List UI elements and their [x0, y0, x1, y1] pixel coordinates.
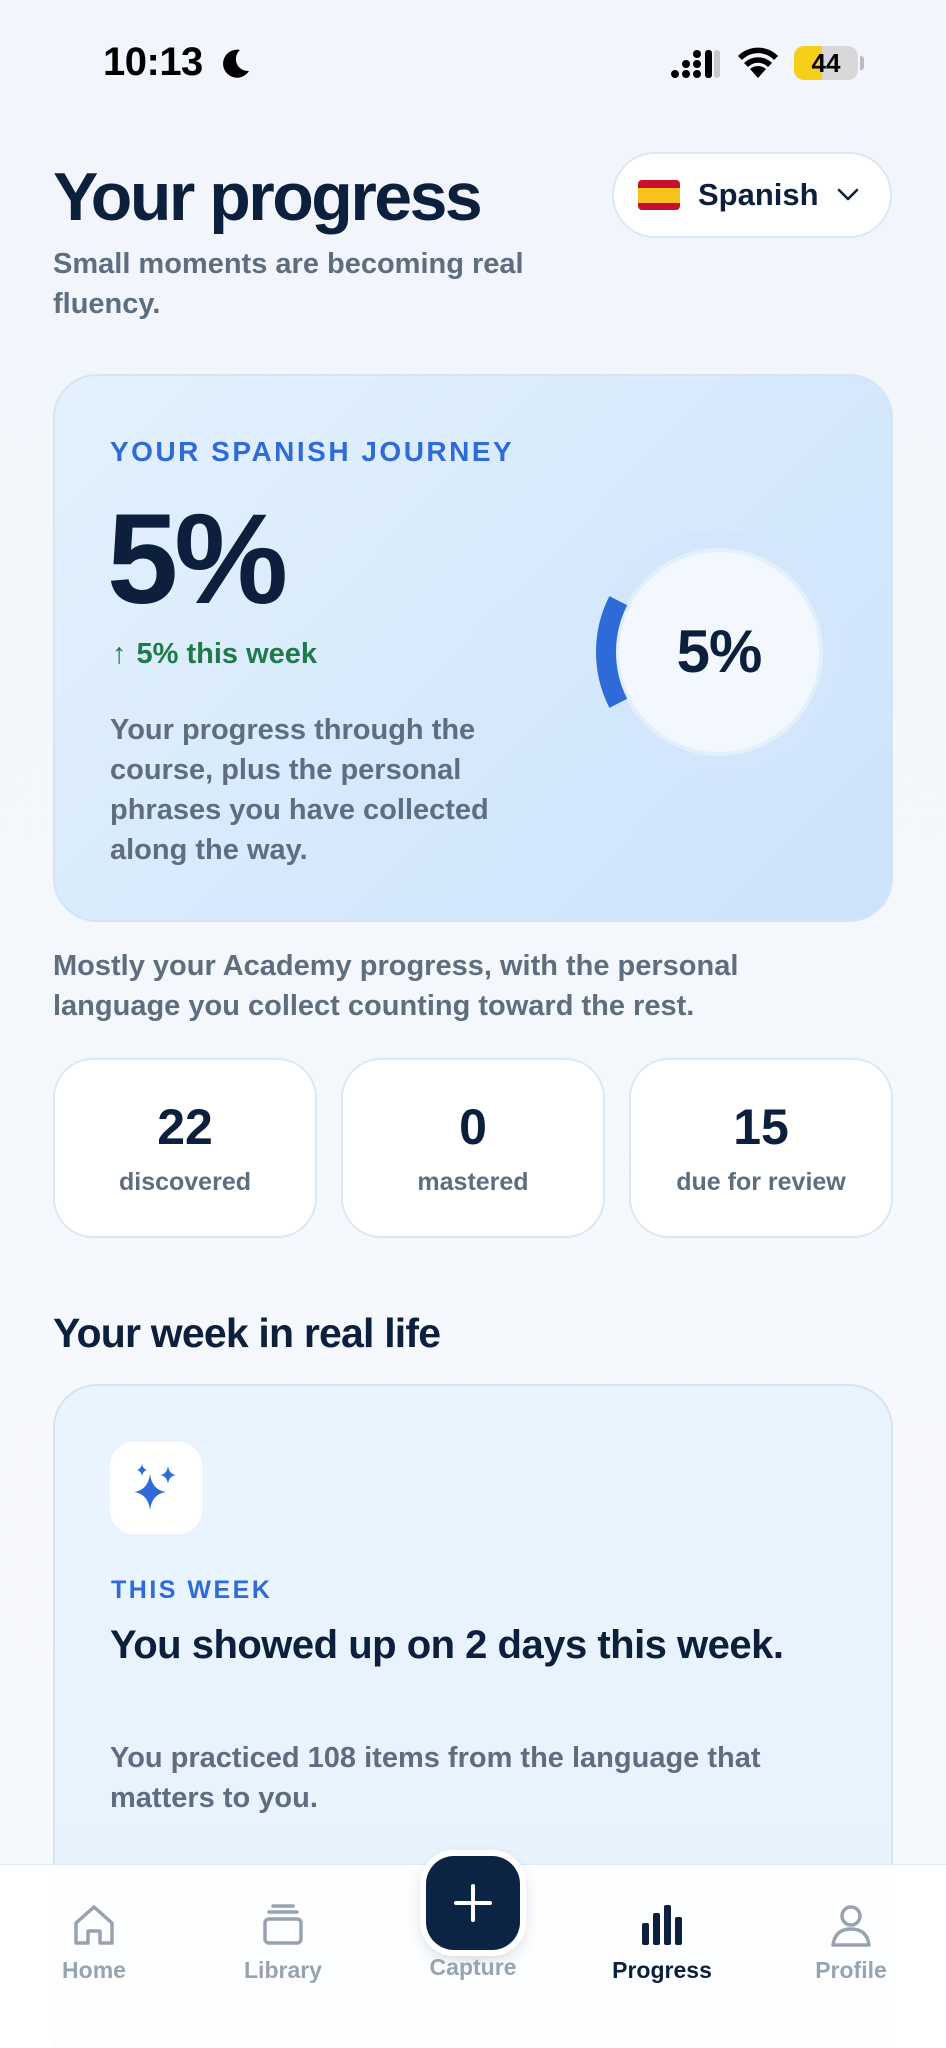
week-headline: You showed up on 2 days this week.: [110, 1623, 784, 1667]
status-time: 10:13: [103, 40, 203, 84]
progress-explanation: Mostly your Academy progress, with the p…: [53, 950, 739, 1022]
journey-card[interactable]: YOUR SPANISH JOURNEY 5% ↑ 5% this week Yo…: [53, 374, 893, 922]
journey-description: Your progress through the course, plus t…: [110, 714, 489, 866]
battery-level: 44: [811, 48, 841, 78]
tab-library[interactable]: Library: [208, 1901, 358, 1984]
progress-ring: 5%: [591, 524, 847, 780]
section-title-week: Your week in real life: [53, 1310, 441, 1356]
stat-label: discovered: [118, 1168, 251, 1196]
page-title: Your progress: [53, 159, 483, 235]
battery-indicator: 44: [794, 46, 858, 80]
progress-ring-label: 5%: [676, 618, 763, 685]
stat-label: mastered: [417, 1168, 529, 1196]
chevron-down-icon: [837, 188, 858, 201]
home-icon: [74, 1905, 114, 1945]
wifi-icon: [738, 47, 778, 78]
library-icon: [263, 1904, 303, 1945]
tab-home[interactable]: Home: [19, 1901, 169, 1984]
tab-progress[interactable]: Progress: [587, 1901, 737, 1984]
week-eyebrow: THIS WEEK: [111, 1576, 273, 1604]
cellular-signal-icon: [671, 50, 720, 78]
stat-discovered[interactable]: 22 discovered: [53, 1058, 317, 1238]
person-icon: [831, 1905, 871, 1947]
battery-cap: [860, 56, 864, 70]
stat-label: due for review: [676, 1168, 846, 1196]
tab-label: Library: [244, 1957, 322, 1983]
stat-value: 0: [459, 1099, 487, 1155]
moon-icon: [223, 49, 249, 78]
arrow-up-icon: ↑: [112, 638, 127, 670]
language-selector[interactable]: Spanish: [612, 152, 892, 238]
weekly-delta-label: 5% this week: [136, 638, 318, 670]
journey-eyebrow: YOUR SPANISH JOURNEY: [110, 436, 515, 467]
journey-percent: 5%: [107, 488, 288, 631]
stat-value: 22: [157, 1099, 213, 1155]
tab-profile[interactable]: Profile: [776, 1901, 926, 1984]
tab-label: Progress: [612, 1957, 712, 1983]
page-subtitle: Small moments are becoming real fluency.: [53, 248, 524, 320]
tab-capture-label: Capture: [429, 1954, 517, 1980]
stat-mastered[interactable]: 0 mastered: [341, 1058, 605, 1238]
sparkles-icon: [110, 1442, 202, 1534]
status-bar: 10:13 44: [0, 0, 946, 120]
week-body: You practiced 108 items from the languag…: [110, 1742, 761, 1814]
tab-label: Home: [62, 1957, 126, 1983]
plus-icon: [454, 1884, 492, 1922]
stat-due-for-review[interactable]: 15 due for review: [629, 1058, 893, 1238]
weekly-delta: ↑ 5% this week: [112, 638, 317, 671]
bar-chart-icon: [642, 1905, 682, 1945]
spain-flag-icon: [638, 180, 680, 210]
capture-button[interactable]: [426, 1856, 520, 1950]
language-label: Spanish: [698, 177, 819, 212]
stat-value: 15: [733, 1099, 789, 1155]
tab-label: Profile: [815, 1957, 887, 1983]
